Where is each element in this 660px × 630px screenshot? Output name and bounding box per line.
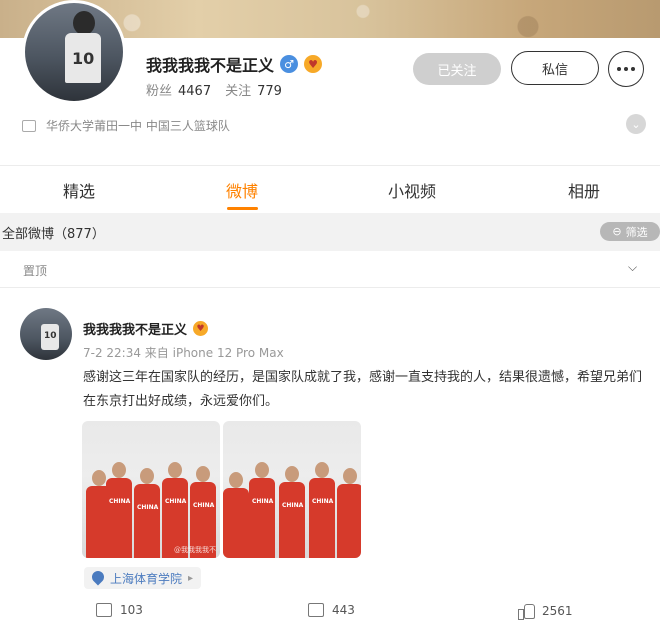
comment-count: 443: [332, 603, 355, 617]
all-posts-count: 全部微博（877）: [2, 227, 105, 242]
followers-label: 粉丝: [146, 84, 173, 99]
message-button[interactable]: 私信: [511, 51, 599, 85]
photo-watermark: @我我我我不: [174, 546, 216, 554]
profile-name: 我我我我不是正义: [146, 56, 275, 75]
player-figure: CHINA: [106, 462, 132, 558]
player-figure: [337, 468, 361, 558]
location-name: 上海体育学院: [110, 571, 183, 586]
filter-label: 筛选: [625, 225, 648, 239]
post-location-tag[interactable]: 上海体育学院 ▸: [84, 567, 202, 589]
tab-album[interactable]: 相册: [568, 178, 600, 202]
avatar-jersey-number: 10: [44, 331, 57, 341]
post-options-chevron-icon[interactable]: ⌵: [628, 260, 637, 275]
more-dot-icon: [631, 67, 635, 71]
repost-count: 103: [120, 603, 143, 617]
followed-button[interactable]: 已关注: [413, 53, 501, 85]
following-label: 关注: [225, 84, 252, 99]
post-meta: 7-2 22:34 来自 iPhone 12 Pro Max: [83, 346, 284, 360]
repost-icon: [96, 603, 112, 617]
divider: [0, 287, 660, 288]
profile-avatar[interactable]: 10: [22, 0, 126, 104]
player-figure: CHINA: [162, 462, 188, 558]
comment-icon: [308, 603, 324, 617]
emoji-badge-icon: ♥: [193, 321, 209, 336]
school-icon: [22, 119, 36, 132]
followers-count: 4467: [178, 84, 212, 99]
post-author-row: 我我我我不是正义 ♥: [83, 319, 209, 338]
following-count: 779: [257, 84, 282, 99]
male-badge-icon: ♂: [280, 55, 299, 73]
post-author-avatar[interactable]: 10: [20, 308, 72, 360]
active-tab-indicator: [227, 207, 258, 210]
filter-button[interactable]: ⊖ 筛选: [600, 222, 660, 241]
avatar-head: [73, 11, 95, 35]
more-button[interactable]: [608, 51, 644, 87]
more-dot-icon: [617, 67, 621, 71]
avatar-jersey-number: 10: [72, 49, 95, 68]
like-count: 2561: [542, 603, 573, 618]
repost-button[interactable]: 103: [96, 603, 143, 617]
like-button[interactable]: 2561: [518, 603, 573, 620]
player-figure: [223, 472, 249, 558]
filter-icon: ⊖: [612, 225, 622, 238]
chevron-right-icon: ▸: [188, 572, 194, 584]
thumbs-up-icon: [518, 603, 535, 620]
post-photo[interactable]: CHINA CHINA CHINA CHINA @我我我我不: [82, 421, 220, 558]
profile-tabs: 精选 微博 小视频 相册: [0, 166, 660, 212]
player-figure: CHINA: [279, 466, 305, 558]
tab-weibo[interactable]: 微博: [226, 178, 258, 202]
tab-short-video[interactable]: 小视频: [388, 178, 436, 202]
profile-stats: 粉丝 4467 关注 779: [146, 80, 282, 99]
post-text: 感谢这三年在国家队的经历，是国家队成就了我，感谢一直支持我的人，结果很遗憾，希望…: [83, 370, 643, 409]
school-info: 华侨大学莆田一中 中国三人篮球队: [22, 117, 230, 134]
pinned-label: 置顶: [23, 264, 48, 278]
profile-name-row: 我我我我不是正义 ♂ ♥: [146, 52, 323, 76]
expand-profile-chevron-icon[interactable]: ⌄: [626, 114, 646, 134]
followers-stat[interactable]: 粉丝 4467: [146, 80, 211, 99]
school-text: 华侨大学莆田一中 中国三人篮球队: [46, 119, 230, 133]
emoji-badge-icon: ♥: [304, 55, 323, 73]
player-figure: CHINA: [134, 468, 160, 558]
location-pin-icon: [92, 571, 104, 585]
comment-button[interactable]: 443: [308, 603, 355, 617]
player-figure: CHINA: [309, 462, 335, 558]
more-dot-icon: [624, 67, 628, 71]
tab-featured[interactable]: 精选: [63, 178, 95, 202]
post-photo[interactable]: CHINA CHINA CHINA: [223, 421, 361, 558]
post-author-name[interactable]: 我我我我不是正义: [83, 319, 187, 338]
player-figure: CHINA: [249, 462, 275, 558]
following-stat[interactable]: 关注 779: [225, 80, 282, 99]
